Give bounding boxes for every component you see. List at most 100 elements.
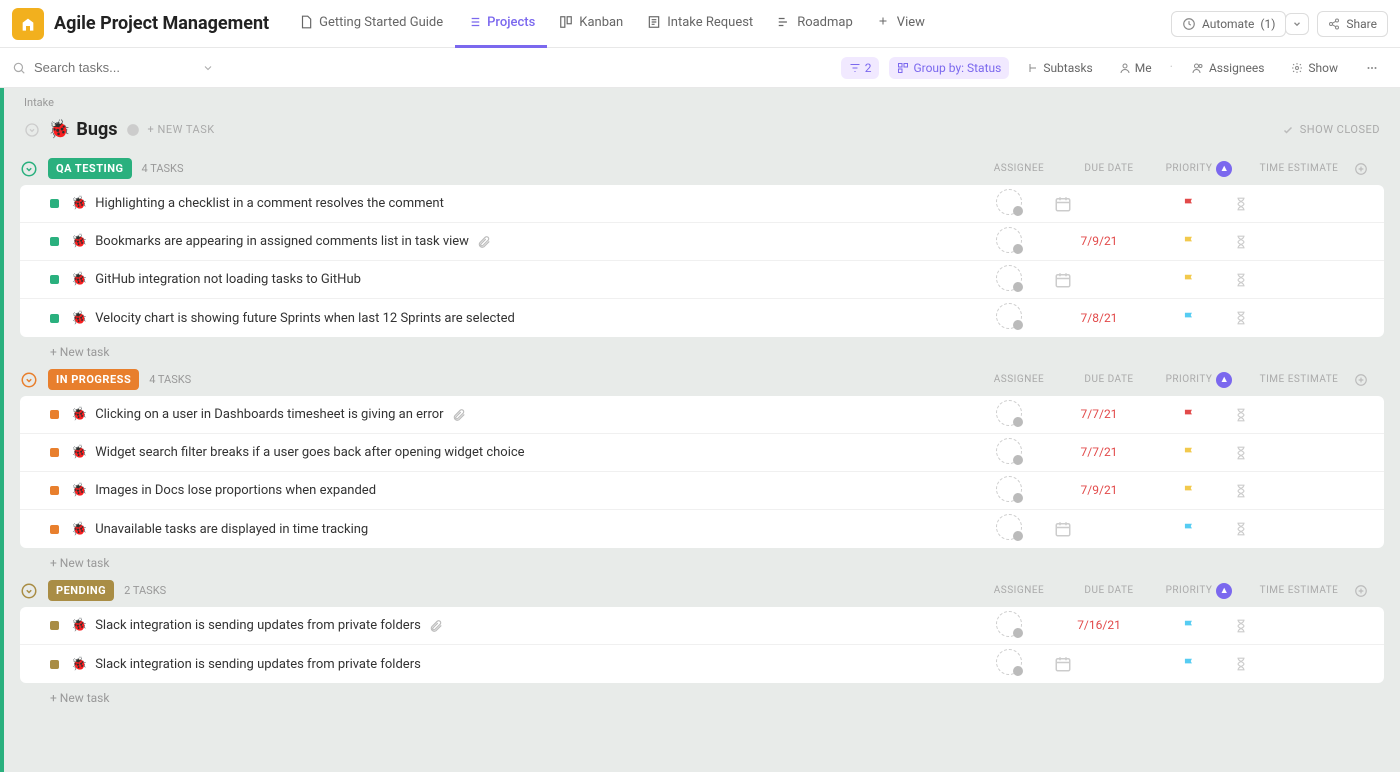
me-pill[interactable]: Me — [1111, 57, 1160, 79]
task-row[interactable]: 🐞Images in Docs lose proportions when ex… — [20, 472, 1384, 510]
task-title[interactable]: Bookmarks are appearing in assigned comm… — [95, 234, 469, 249]
attachment-icon[interactable] — [452, 408, 466, 422]
add-assignee-icon[interactable] — [996, 649, 1022, 675]
new-task-link[interactable]: + NEW TASK — [148, 123, 215, 136]
status-dot[interactable] — [50, 314, 59, 323]
col-due-date[interactable]: DUE DATE — [1064, 374, 1154, 385]
task-row[interactable]: 🐞Velocity chart is showing future Sprint… — [20, 299, 1384, 337]
add-assignee-icon[interactable] — [996, 438, 1022, 464]
status-dot[interactable] — [50, 660, 59, 669]
automate-dropdown[interactable] — [1285, 13, 1309, 35]
status-dot[interactable] — [50, 237, 59, 246]
col-due-date[interactable]: DUE DATE — [1064, 585, 1154, 596]
calendar-icon[interactable] — [1054, 271, 1144, 289]
collapse-group-icon[interactable] — [20, 371, 38, 389]
hourglass-icon[interactable] — [1234, 407, 1344, 423]
priority-flag-icon[interactable] — [1182, 619, 1196, 633]
attachment-icon[interactable] — [429, 619, 443, 633]
add-assignee-icon[interactable] — [996, 189, 1022, 215]
assignee-cell[interactable] — [964, 514, 1054, 544]
col-priority[interactable]: PRIORITY ▲ — [1154, 161, 1244, 177]
time-estimate-cell[interactable] — [1234, 272, 1344, 288]
view-tab-kanban[interactable]: Kanban — [547, 0, 635, 48]
add-assignee-icon[interactable] — [996, 303, 1022, 329]
task-title[interactable]: Slack integration is sending updates fro… — [95, 618, 421, 633]
new-task-button[interactable]: + New task — [20, 337, 1384, 359]
task-title[interactable]: Images in Docs lose proportions when exp… — [95, 483, 376, 498]
status-dot[interactable] — [50, 199, 59, 208]
breadcrumb[interactable]: Intake — [4, 88, 1400, 109]
col-time-estimate[interactable]: TIME ESTIMATE — [1244, 163, 1354, 174]
due-date-cell[interactable]: 7/16/21 — [1054, 618, 1144, 633]
due-date-cell[interactable] — [1054, 195, 1144, 213]
status-dot[interactable] — [50, 448, 59, 457]
search-box[interactable] — [12, 60, 831, 75]
collapse-list-icon[interactable] — [24, 122, 40, 138]
assignee-cell[interactable] — [964, 400, 1054, 430]
hourglass-icon[interactable] — [1234, 196, 1344, 212]
col-due-date[interactable]: DUE DATE — [1064, 163, 1154, 174]
more-menu[interactable] — [1356, 58, 1388, 78]
due-date-cell[interactable] — [1054, 271, 1144, 289]
task-row[interactable]: 🐞Clicking on a user in Dashboards timesh… — [20, 396, 1384, 434]
groupby-pill[interactable]: Group by: Status — [889, 57, 1009, 79]
subtasks-pill[interactable]: Subtasks — [1019, 57, 1100, 79]
calendar-icon[interactable] — [1054, 520, 1144, 538]
status-pill[interactable]: PENDING — [48, 580, 114, 601]
due-date-value[interactable]: 7/8/21 — [1081, 311, 1118, 325]
priority-cell[interactable] — [1144, 408, 1234, 422]
priority-flag-icon[interactable] — [1182, 235, 1196, 249]
due-date-cell[interactable]: 7/7/21 — [1054, 445, 1144, 460]
hourglass-icon[interactable] — [1234, 483, 1344, 499]
task-row[interactable]: 🐞Bookmarks are appearing in assigned com… — [20, 223, 1384, 261]
status-pill[interactable]: QA TESTING — [48, 158, 132, 179]
new-task-button[interactable]: + New task — [20, 683, 1384, 705]
status-dot[interactable] — [50, 410, 59, 419]
assignee-cell[interactable] — [964, 265, 1054, 295]
status-pill[interactable]: IN PROGRESS — [48, 369, 139, 390]
priority-flag-icon[interactable] — [1182, 311, 1196, 325]
attachment-icon[interactable] — [477, 235, 491, 249]
add-assignee-icon[interactable] — [996, 265, 1022, 291]
due-date-value[interactable]: 7/9/21 — [1081, 234, 1118, 248]
assignee-cell[interactable] — [964, 438, 1054, 468]
assignee-cell[interactable] — [964, 476, 1054, 506]
assignee-cell[interactable] — [964, 649, 1054, 679]
collapse-group-icon[interactable] — [20, 582, 38, 600]
show-pill[interactable]: Show — [1282, 57, 1346, 79]
assignee-cell[interactable] — [964, 189, 1054, 219]
task-title[interactable]: Widget search filter breaks if a user go… — [95, 445, 524, 460]
time-estimate-cell[interactable] — [1234, 407, 1344, 423]
col-assignee[interactable]: ASSIGNEE — [974, 374, 1064, 385]
status-dot[interactable] — [50, 275, 59, 284]
task-row[interactable]: 🐞Widget search filter breaks if a user g… — [20, 434, 1384, 472]
show-closed-toggle[interactable]: SHOW CLOSED — [1282, 123, 1380, 136]
priority-flag-icon[interactable] — [1182, 657, 1196, 671]
hourglass-icon[interactable] — [1234, 310, 1344, 326]
new-task-button[interactable]: + New task — [20, 548, 1384, 570]
time-estimate-cell[interactable] — [1234, 234, 1344, 250]
view-tab-projects[interactable]: Projects — [455, 0, 547, 48]
hourglass-icon[interactable] — [1234, 234, 1344, 250]
add-column-button[interactable] — [1354, 162, 1384, 176]
task-row[interactable]: 🐞Slack integration is sending updates fr… — [20, 607, 1384, 645]
priority-flag-icon[interactable] — [1182, 197, 1196, 211]
add-view-tab[interactable]: View — [865, 0, 937, 48]
task-row[interactable]: 🐞GitHub integration not loading tasks to… — [20, 261, 1384, 299]
due-date-cell[interactable]: 7/9/21 — [1054, 483, 1144, 498]
share-button[interactable]: Share — [1317, 11, 1388, 37]
search-input[interactable] — [34, 60, 194, 75]
priority-cell[interactable] — [1144, 484, 1234, 498]
priority-cell[interactable] — [1144, 235, 1234, 249]
hourglass-icon[interactable] — [1234, 272, 1344, 288]
status-dot[interactable] — [50, 621, 59, 630]
priority-flag-icon[interactable] — [1182, 273, 1196, 287]
priority-flag-icon[interactable] — [1182, 522, 1196, 536]
priority-cell[interactable] — [1144, 657, 1234, 671]
due-date-value[interactable]: 7/16/21 — [1077, 618, 1121, 632]
assignees-pill[interactable]: Assignees — [1183, 57, 1272, 79]
view-tab-getting-started-guide[interactable]: Getting Started Guide — [287, 0, 455, 48]
col-assignee[interactable]: ASSIGNEE — [974, 585, 1064, 596]
task-title[interactable]: Velocity chart is showing future Sprints… — [95, 311, 515, 326]
assignee-cell[interactable] — [964, 611, 1054, 641]
